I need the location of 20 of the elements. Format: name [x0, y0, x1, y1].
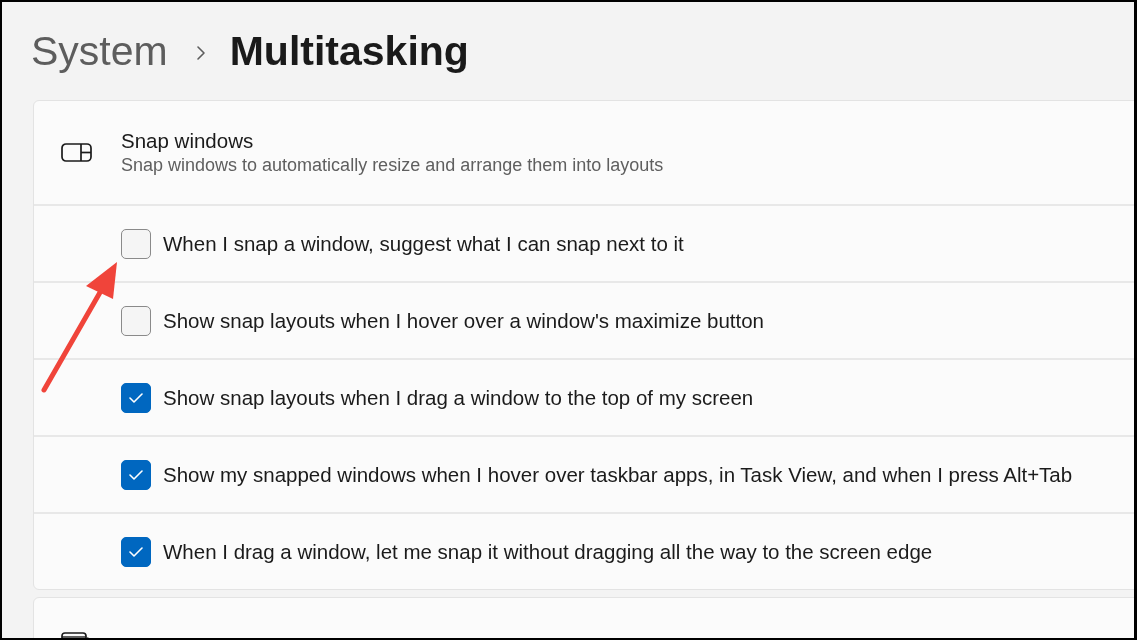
chevron-icon	[195, 45, 206, 61]
option-label: Show snap layouts when I drag a window to the top of my screen	[163, 384, 754, 411]
option-label: When I drag a window, let me snap it without dragging all the way to the screen edge	[163, 538, 933, 565]
option-label: Show my snapped windows when I hover over taskbar apps, in Task View, and when I press Alt+Tab	[163, 461, 1073, 488]
checkmark-icon	[129, 392, 143, 403]
option-label: When I snap a window, suggest what I can snap next to it	[163, 230, 684, 257]
checkbox[interactable]	[121, 459, 151, 490]
snap-layout-icon	[61, 143, 92, 162]
option-label: Show snap layouts when I hover over a window's maximize button	[163, 307, 764, 334]
section-description: Snap windows to automatically resize and arrange them into layouts	[121, 155, 664, 176]
checkmark-icon	[129, 469, 143, 480]
checkbox[interactable]	[121, 305, 151, 336]
breadcrumb-item: Multitasking	[229, 27, 469, 75]
breadcrumb-item[interactable]: System	[31, 27, 168, 75]
checkbox[interactable]	[121, 382, 151, 413]
section-title: Snap windows	[121, 129, 255, 153]
window-icon	[61, 632, 91, 638]
checkbox[interactable]	[121, 536, 151, 567]
checkmark-icon	[129, 546, 143, 557]
checkbox[interactable]	[121, 228, 151, 259]
